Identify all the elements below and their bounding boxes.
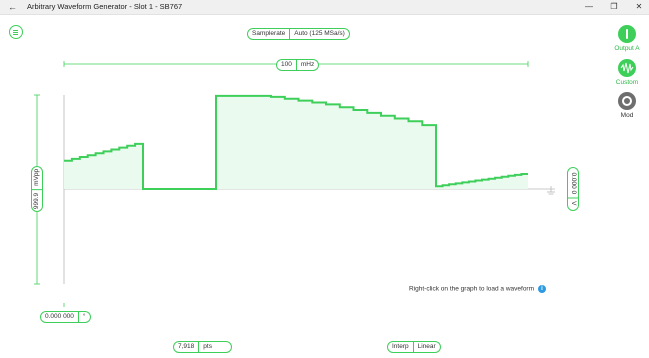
frequency-unit: mHz: [295, 60, 318, 70]
waveform-graph[interactable]: [0, 0, 649, 358]
mod-button[interactable]: Mod: [612, 92, 642, 119]
phase-value: 0.000 000: [45, 313, 74, 320]
info-icon[interactable]: i: [538, 285, 547, 293]
phase-control[interactable]: 0.000 000 °: [40, 311, 91, 323]
power-icon: [618, 25, 636, 43]
ground-icon: [547, 186, 555, 195]
output-a-label: Output A: [614, 45, 640, 52]
custom-label: Custom: [615, 79, 639, 86]
phase-unit: °: [77, 312, 90, 322]
interp-label: Interp: [392, 343, 409, 350]
output-a-button[interactable]: Output A: [612, 25, 642, 52]
frequency-control[interactable]: 100 mHz: [276, 59, 320, 71]
custom-waveform-button[interactable]: Custom: [612, 59, 642, 86]
amplitude-unit: mVpp: [32, 167, 42, 190]
load-waveform-hint: Right-click on the graph to load a wavef…: [409, 285, 547, 293]
custom-waveform-icon: [618, 59, 636, 77]
frequency-value: 100: [281, 61, 292, 68]
interp-value: Linear: [412, 342, 440, 352]
waveform-fill: [64, 95, 528, 189]
points-unit: pts: [198, 342, 216, 352]
amplitude-value: 999.9: [33, 192, 40, 210]
hint-text: Right-click on the graph to load a wavef…: [409, 285, 535, 293]
interp-control[interactable]: Interp Linear: [387, 341, 441, 353]
amplitude-control[interactable]: 999.9 mVpp: [31, 166, 43, 212]
mod-label: Mod: [620, 112, 634, 119]
offset-value: 0.000 0: [570, 172, 577, 195]
offset-unit: V: [568, 197, 578, 209]
points-control[interactable]: 7,918 pts: [173, 341, 232, 353]
points-value: 7,918: [178, 343, 195, 350]
mod-icon: [618, 92, 636, 110]
offset-control[interactable]: 0.000 0 V: [567, 167, 579, 211]
